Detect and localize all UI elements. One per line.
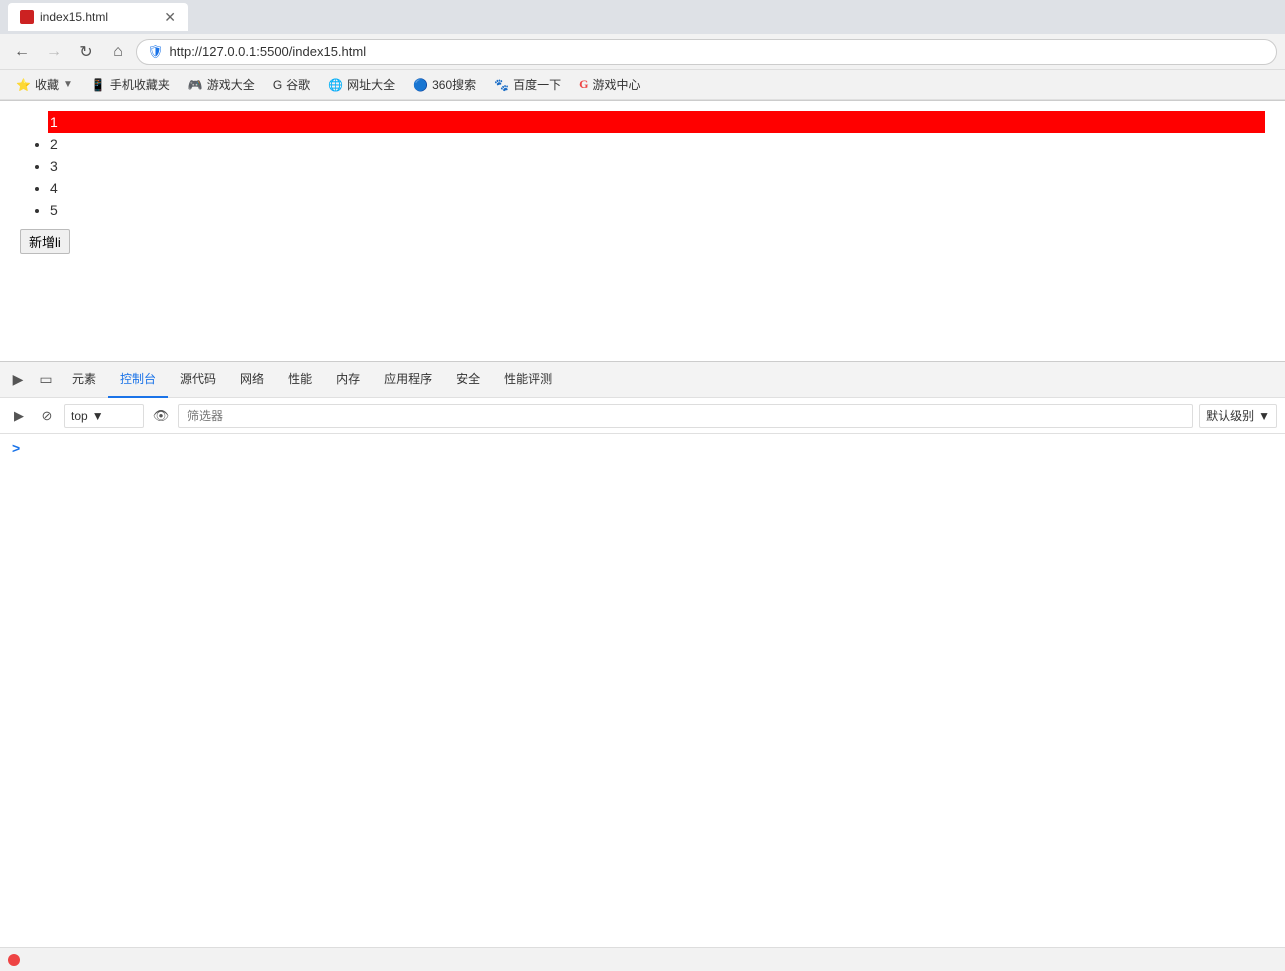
tab-sources[interactable]: 源代码 — [168, 362, 228, 398]
level-label: 默认级别 — [1206, 407, 1254, 424]
devtools-tab-bar: ▶ ▭ 元素 控制台 源代码 网络 性能 内存 应用程序 安全 性能评测 — [0, 362, 1285, 398]
address-text: http://127.0.0.1:5500/index15.html — [170, 44, 1266, 59]
google-icon: G — [273, 78, 282, 92]
tab-bar: index15.html ✕ — [0, 0, 1285, 34]
bookmark-google[interactable]: G 谷歌 — [265, 74, 318, 96]
bookmark-nav[interactable]: 🌐 网址大全 — [320, 74, 403, 96]
console-clear-button[interactable]: ▶ — [8, 405, 30, 427]
list-item-5: 5 — [50, 199, 1265, 221]
prompt-chevron-icon[interactable]: > — [12, 440, 20, 456]
tab-perf-insights[interactable]: 性能评测 — [492, 362, 564, 398]
level-selector[interactable]: 默认级别 ▼ — [1199, 404, 1277, 428]
bookmark-label: 游戏大全 — [207, 76, 255, 93]
active-tab[interactable]: index15.html ✕ — [8, 3, 188, 31]
context-dropdown-icon: ▼ — [92, 409, 104, 423]
search-360-icon: 🔵 — [413, 78, 428, 92]
bookmark-label: 360搜索 — [432, 76, 476, 93]
gamecenter-icon: G — [579, 77, 588, 92]
home-button[interactable]: ⌂ — [104, 38, 132, 66]
browser-chrome: index15.html ✕ ← → ↻ ⌂ 🛡 http://127.0.0.… — [0, 0, 1285, 101]
list-item-1: 1 — [50, 111, 1265, 133]
secure-icon: 🛡 — [147, 44, 164, 60]
bookmark-label: 游戏中心 — [592, 76, 640, 93]
devtools-device-button[interactable]: ▭ — [32, 366, 60, 394]
globe-icon: 🌐 — [328, 78, 343, 92]
bookmark-baidu[interactable]: 🐾 百度一下 — [486, 74, 569, 96]
bookmark-label: 谷歌 — [286, 76, 310, 93]
highlighted-item: 1 — [48, 111, 1265, 133]
bookmark-gamecenter[interactable]: G 游戏中心 — [571, 74, 648, 96]
tab-network[interactable]: 网络 — [228, 362, 276, 398]
console-toolbar: ▶ ⊘ top ▼ 👁 默认级别 ▼ — [0, 398, 1285, 434]
page-content: 1 2 3 4 5 新增li — [0, 101, 1285, 361]
bookmark-label: 收藏 — [35, 76, 59, 93]
chevron-down-icon: ▼ — [63, 79, 73, 90]
mobile-icon: 📱 — [91, 78, 106, 92]
bookmark-mobile[interactable]: 📱 手机收藏夹 — [83, 74, 178, 96]
eye-button[interactable]: 👁 — [150, 405, 172, 427]
tab-title: index15.html — [40, 10, 158, 24]
list-item-2: 2 — [50, 133, 1265, 155]
nav-bar: ← → ↻ ⌂ 🛡 http://127.0.0.1:5500/index15.… — [0, 34, 1285, 70]
tab-performance[interactable]: 性能 — [276, 362, 324, 398]
status-bar — [0, 947, 1285, 971]
level-arrow-icon: ▼ — [1258, 409, 1270, 423]
bookmark-games[interactable]: 🎮 游戏大全 — [180, 74, 263, 96]
tab-memory[interactable]: 内存 — [324, 362, 372, 398]
star-icon: ⭐ — [16, 78, 31, 92]
reload-button[interactable]: ↻ — [72, 38, 100, 66]
numbered-list: 1 2 3 4 5 — [20, 111, 1265, 221]
tab-close-button[interactable]: ✕ — [164, 9, 176, 26]
gamepad-icon: 🎮 — [188, 78, 203, 92]
bookmark-label: 百度一下 — [513, 76, 561, 93]
tab-favicon — [20, 10, 34, 24]
list-item-4: 4 — [50, 177, 1265, 199]
tab-elements[interactable]: 元素 — [60, 362, 108, 398]
baidu-icon: 🐾 — [494, 78, 509, 92]
tab-application[interactable]: 应用程序 — [372, 362, 444, 398]
status-dot — [8, 954, 20, 966]
forward-button[interactable]: → — [40, 38, 68, 66]
bookmark-360[interactable]: 🔵 360搜索 — [405, 74, 484, 96]
console-block-button[interactable]: ⊘ — [36, 405, 58, 427]
address-bar[interactable]: 🛡 http://127.0.0.1:5500/index15.html — [136, 39, 1277, 65]
back-button[interactable]: ← — [8, 38, 36, 66]
devtools-inspect-button[interactable]: ▶ — [4, 366, 32, 394]
context-value: top — [71, 409, 88, 423]
tab-console[interactable]: 控制台 — [108, 362, 168, 398]
console-content: > — [0, 434, 1285, 954]
bookmarks-bar: ⭐ 收藏 ▼ 📱 手机收藏夹 🎮 游戏大全 G 谷歌 🌐 网址大全 🔵 360搜… — [0, 70, 1285, 100]
add-li-button[interactable]: 新增li — [20, 229, 70, 254]
list-item-3: 3 — [50, 155, 1265, 177]
console-prompt-line: > — [8, 438, 1277, 458]
bookmark-label: 网址大全 — [347, 76, 395, 93]
tab-security[interactable]: 安全 — [444, 362, 492, 398]
filter-input[interactable] — [178, 404, 1193, 428]
context-selector[interactable]: top ▼ — [64, 404, 144, 428]
devtools-panel: ▶ ▭ 元素 控制台 源代码 网络 性能 内存 应用程序 安全 性能评测 ▶ — [0, 361, 1285, 954]
bookmark-label: 手机收藏夹 — [110, 76, 170, 93]
bookmark-favorites[interactable]: ⭐ 收藏 ▼ — [8, 74, 81, 96]
